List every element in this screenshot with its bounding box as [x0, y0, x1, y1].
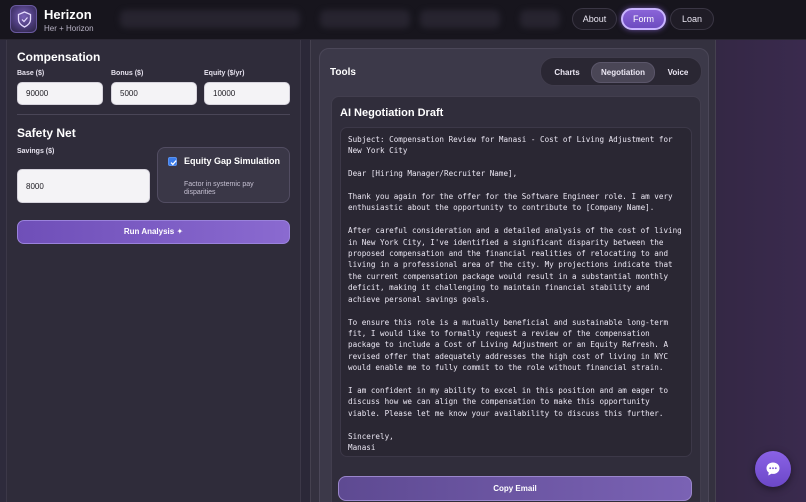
chat-bubble-icon	[766, 462, 780, 476]
run-analysis-button[interactable]: Run Analysis ✦	[17, 220, 290, 244]
tab-charts[interactable]: Charts	[545, 62, 589, 83]
negotiation-draft-card: AI Negotiation Draft Subject: Compensati…	[331, 96, 701, 502]
bonus-label: Bonus ($)	[111, 70, 144, 77]
brand-subtitle: Her + Horizon	[44, 24, 94, 33]
equity-gap-checkbox[interactable]	[168, 157, 177, 166]
shield-icon	[17, 11, 32, 28]
savings-label: Savings ($)	[17, 148, 55, 155]
chat-button[interactable]	[755, 451, 791, 487]
blurred-area	[420, 10, 500, 28]
base-input[interactable]	[17, 82, 103, 105]
blurred-area	[320, 10, 410, 28]
tools-panel: Tools Charts Negotiation Voice AI Negoti…	[310, 40, 716, 502]
section-divider	[17, 114, 290, 115]
tools-title: Tools	[330, 67, 356, 78]
blurred-area	[120, 10, 300, 28]
safety-net-title: Safety Net	[17, 126, 76, 140]
draft-title: AI Negotiation Draft	[340, 107, 444, 119]
nav-loan-button[interactable]: Loan	[670, 8, 714, 30]
base-label: Base ($)	[17, 70, 45, 77]
nav-about-button[interactable]: About	[572, 8, 617, 30]
app-header: Herizon Her + Horizon About Form Loan	[0, 0, 806, 40]
equity-label: Equity ($/yr)	[204, 70, 245, 77]
equity-input[interactable]	[204, 82, 290, 105]
compensation-title: Compensation	[17, 50, 101, 64]
check-icon	[170, 160, 177, 166]
draft-email-text[interactable]: Subject: Compensation Review for Manasi …	[340, 127, 692, 457]
equity-gap-toggle[interactable]: Equity Gap Simulation Factor in systemic…	[157, 147, 290, 203]
tools-tabbar: Charts Negotiation Voice	[540, 57, 702, 86]
savings-input[interactable]	[17, 169, 150, 203]
copy-email-button[interactable]: Copy Email	[338, 476, 692, 501]
equity-gap-subtitle: Factor in systemic pay disparities	[184, 181, 254, 196]
brand-title: Herizon	[44, 7, 92, 22]
nav-form-button[interactable]: Form	[621, 8, 666, 30]
tools-card: Tools Charts Negotiation Voice AI Negoti…	[319, 48, 709, 502]
tab-voice[interactable]: Voice	[657, 62, 699, 83]
equity-gap-title: Equity Gap Simulation	[184, 156, 281, 166]
bonus-input[interactable]	[111, 82, 197, 105]
form-panel: Compensation Base ($) Bonus ($) Equity (…	[6, 40, 301, 502]
tab-negotiation[interactable]: Negotiation	[591, 62, 655, 83]
logo	[10, 5, 37, 33]
blurred-area	[520, 10, 560, 28]
